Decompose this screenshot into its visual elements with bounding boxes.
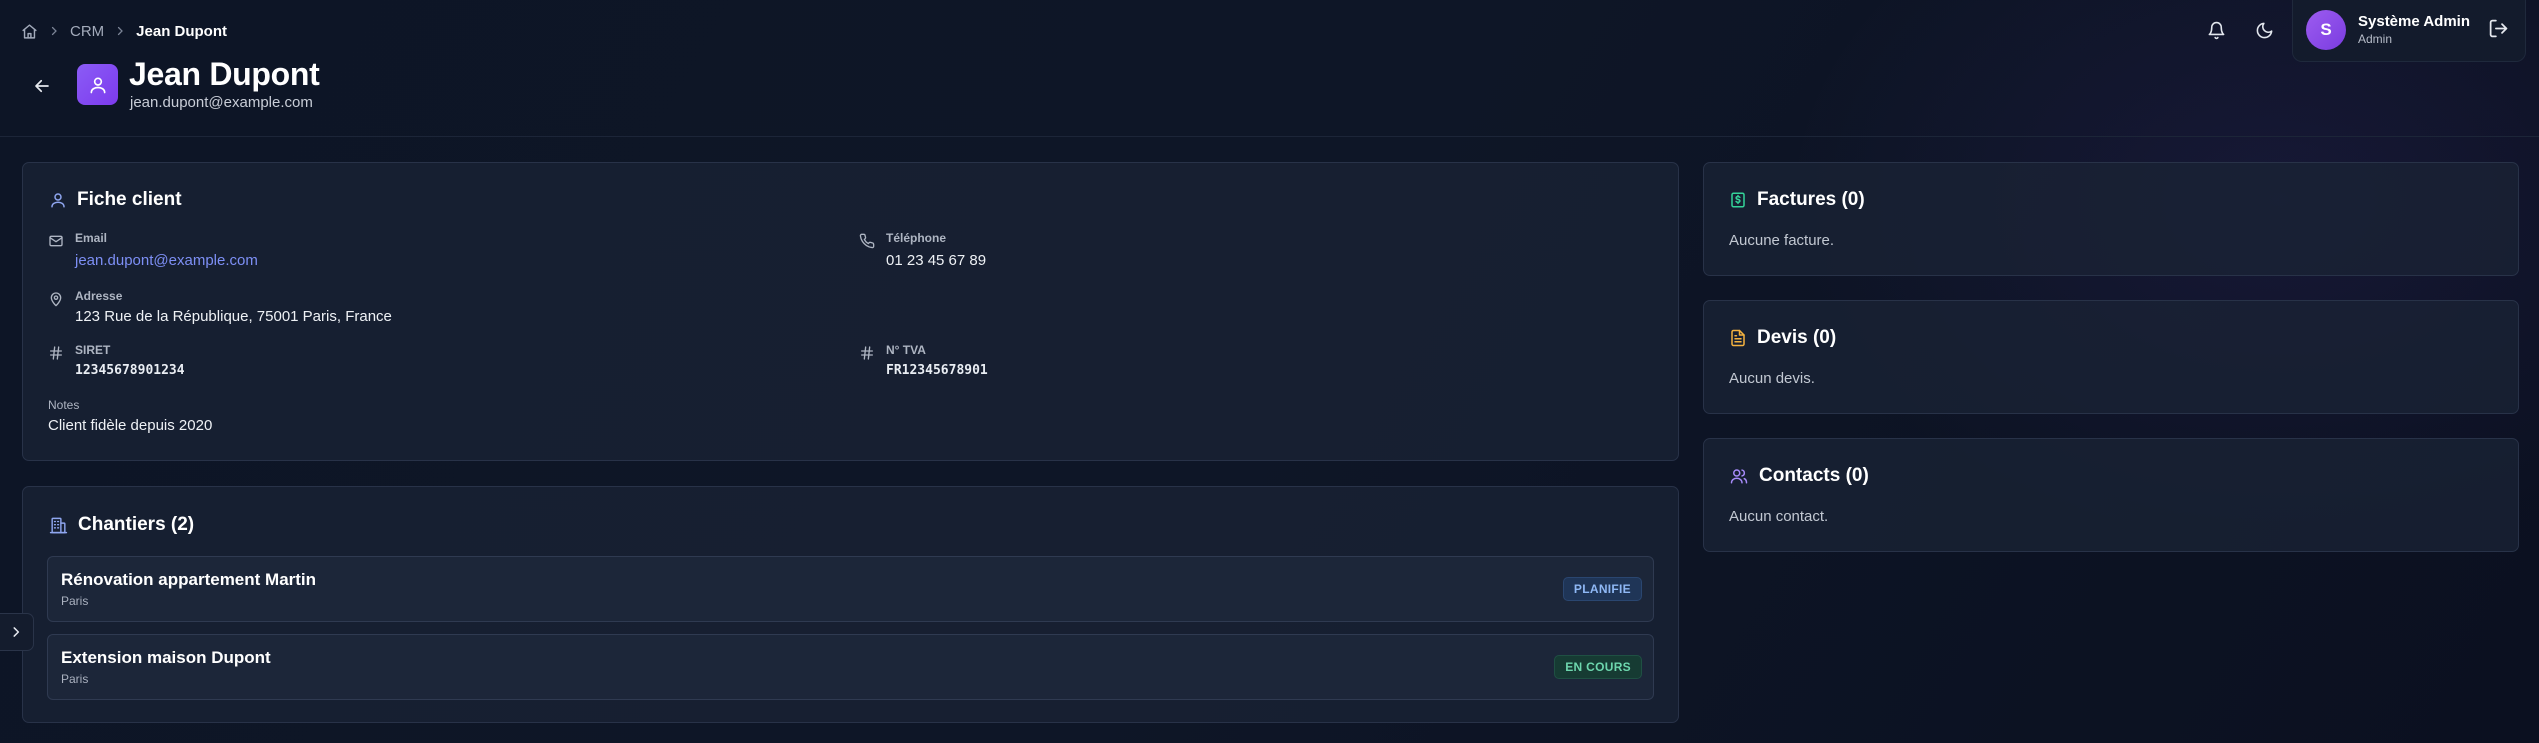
invoices-empty: Aucune facture. [1729,232,1835,249]
page-header: CRM Jean Dupont Jean Dupont jean.dupont@… [0,0,2539,137]
mail-icon [49,235,63,247]
sidebar-expand-button[interactable] [0,613,34,651]
invoices-card: Factures (0) Aucune facture. [1703,162,2519,276]
logout-button[interactable] [2488,18,2512,42]
page-subtitle: jean.dupont@example.com [130,94,313,111]
home-icon[interactable] [21,23,38,40]
contacts-card-title: Contacts (0) [1759,465,1869,486]
invoices-card-title: Factures (0) [1757,189,1865,210]
logout-icon [2489,19,2508,38]
notes-label: Notes [48,398,80,412]
quotes-empty: Aucun devis. [1729,370,1815,387]
email-link[interactable]: jean.dupont@example.com [75,252,258,269]
chevron-right-icon [114,25,126,37]
status-badge: PLANIFIE [1562,577,1642,601]
user-avatar: S [2306,10,2346,50]
notes-value: Client fidèle depuis 2020 [48,417,213,434]
user-icon [51,193,65,208]
user-menu[interactable]: S Système Admin Admin [2292,0,2526,62]
tva-label: N° TVA [886,343,926,357]
back-button[interactable] [28,72,56,100]
site-city: Paris [61,672,89,686]
site-name: Extension maison Dupont [61,648,271,667]
invoice-icon [1731,192,1745,208]
breadcrumb: CRM Jean Dupont [21,20,227,42]
bell-icon [2208,21,2224,39]
site-row[interactable]: Rénovation appartement Martin Paris PLAN… [47,556,1654,622]
sites-card: Chantiers (2) Rénovation appartement Mar… [22,486,1679,723]
phone-value: 01 23 45 67 89 [886,252,987,269]
contacts-card: Contacts (0) Aucun contact. [1703,438,2519,552]
site-city: Paris [61,594,89,608]
user-icon [90,77,105,93]
map-pin-icon [50,292,62,307]
client-avatar [77,64,118,105]
address-label: Adresse [75,289,123,303]
client-card-title: Fiche client [77,189,182,210]
user-name: Système Admin [2358,13,2470,30]
quotes-card: Devis (0) Aucun devis. [1703,300,2519,414]
address-value: 123 Rue de la République, 75001 Paris, F… [75,308,392,325]
site-row[interactable]: Extension maison Dupont Paris EN COURS [47,634,1654,700]
phone-label: Téléphone [886,231,947,245]
phone-icon [859,233,875,249]
chevron-right-icon [48,25,60,37]
client-info-card: Fiche client Email jean.dupont@example.c… [22,162,1679,461]
theme-toggle-button[interactable] [2251,17,2277,43]
email-label: Email [75,231,108,245]
sites-card-title: Chantiers (2) [78,514,195,535]
chevron-right-icon [13,627,20,637]
page-title: Jean Dupont [129,56,320,92]
contacts-empty: Aucun contact. [1729,508,1829,525]
users-icon [1730,469,1748,484]
breadcrumb-current: Jean Dupont [136,22,228,40]
notifications-button[interactable] [2203,17,2229,43]
user-role: Admin [2358,32,2393,46]
hash-icon [861,346,873,360]
siret-label: SIRET [75,343,111,357]
site-name: Rénovation appartement Martin [61,570,317,589]
tva-value: FR12345678901 [886,363,988,378]
quotes-card-title: Devis (0) [1757,327,1837,348]
moon-icon [2256,22,2272,38]
document-icon [1731,329,1745,347]
breadcrumb-crm[interactable]: CRM [70,23,104,40]
hash-icon [50,346,62,360]
siret-value: 12345678901234 [75,363,185,378]
building-icon [49,517,68,533]
status-badge: EN COURS [1554,655,1642,679]
